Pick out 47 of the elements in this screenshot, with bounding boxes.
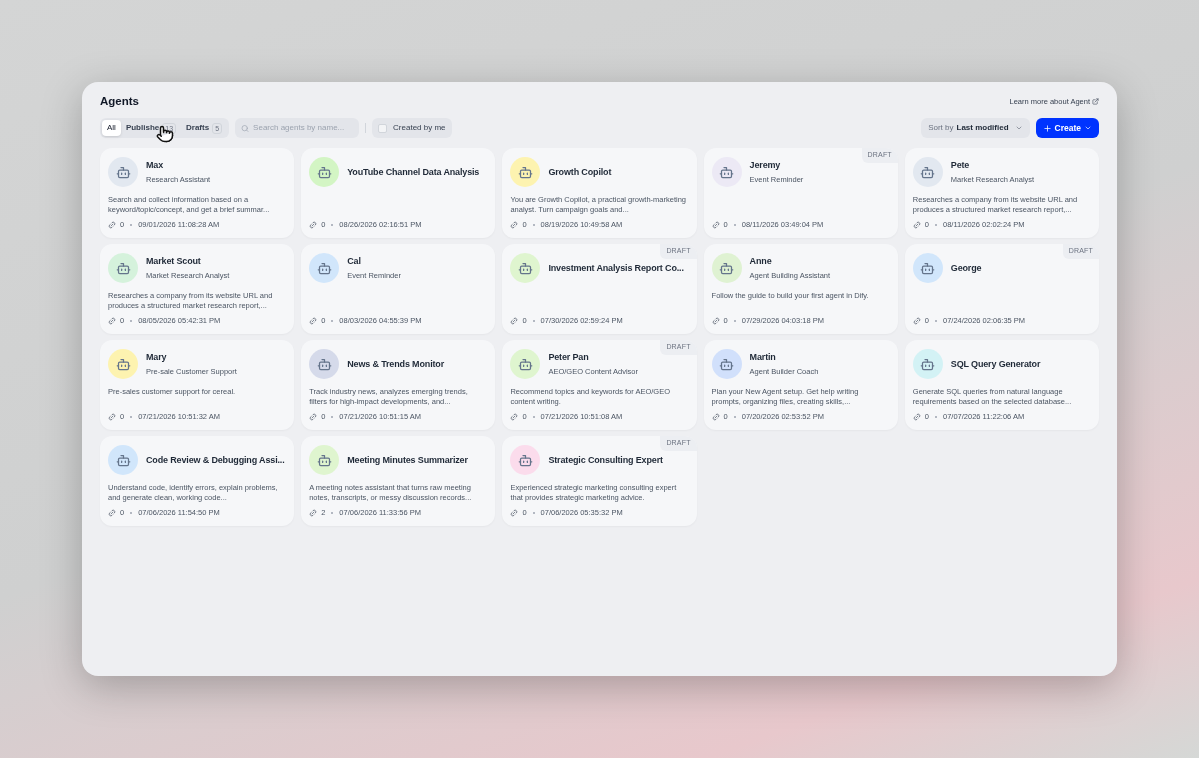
search-field[interactable]: Search agents by name... [235, 118, 360, 139]
filter-tab[interactable]: All [102, 120, 121, 137]
robot-icon [316, 452, 332, 468]
agent-name: Max [146, 158, 165, 172]
agent-name: Jeremy [749, 158, 782, 172]
robot-icon [115, 356, 131, 372]
agent-name: SQL Query Generator [950, 357, 1041, 371]
agent-name: News & Trends Monitor [347, 357, 445, 371]
sort-dropdown[interactable]: Sort by Last modified [921, 118, 1030, 139]
page-title: Agents [100, 94, 139, 109]
robot-icon [517, 260, 533, 276]
external-link-icon [1092, 98, 1099, 106]
agent-name: Anne [749, 254, 773, 268]
agent-name: YouTube Channel Data Analysis [347, 165, 480, 179]
agent-name: Market Scout [146, 254, 202, 268]
robot-icon [316, 164, 332, 180]
robot-icon [719, 164, 735, 180]
agent-name: Cal [347, 254, 362, 268]
agent-name: Pete [950, 158, 971, 172]
robot-icon [719, 356, 735, 372]
robot-icon [115, 164, 131, 180]
agent-name: Mary [146, 350, 168, 364]
checkbox[interactable] [378, 123, 388, 133]
robot-icon [719, 260, 735, 276]
robot-icon [920, 164, 936, 180]
agent-name: Martin [749, 350, 777, 364]
robot-icon [517, 164, 533, 180]
agent-name: Investment Analysis Report Co... [548, 261, 684, 275]
agent-name: Peter Pan [548, 350, 590, 364]
search-input[interactable]: Search agents by name... [253, 122, 354, 135]
robot-icon [517, 356, 533, 372]
robot-icon [115, 260, 131, 276]
agent-name: Growth Copilot [548, 165, 612, 179]
robot-icon [316, 260, 332, 276]
robot-icon [920, 356, 936, 372]
robot-icon [920, 260, 936, 276]
plus-icon [1042, 123, 1052, 133]
agent-name: George [950, 261, 982, 275]
robot-icon [316, 356, 332, 372]
search-icon [241, 123, 250, 133]
created-by-me-filter[interactable]: Created by me [372, 118, 452, 139]
create-button[interactable]: Create [1035, 118, 1099, 139]
agent-name: Meeting Minutes Summarizer [347, 453, 468, 467]
agent-name: Strategic Consulting Expert [548, 453, 663, 467]
robot-icon [517, 452, 533, 468]
agent-name: Code Review & Debugging Assi... [146, 453, 285, 467]
robot-icon [115, 452, 131, 468]
